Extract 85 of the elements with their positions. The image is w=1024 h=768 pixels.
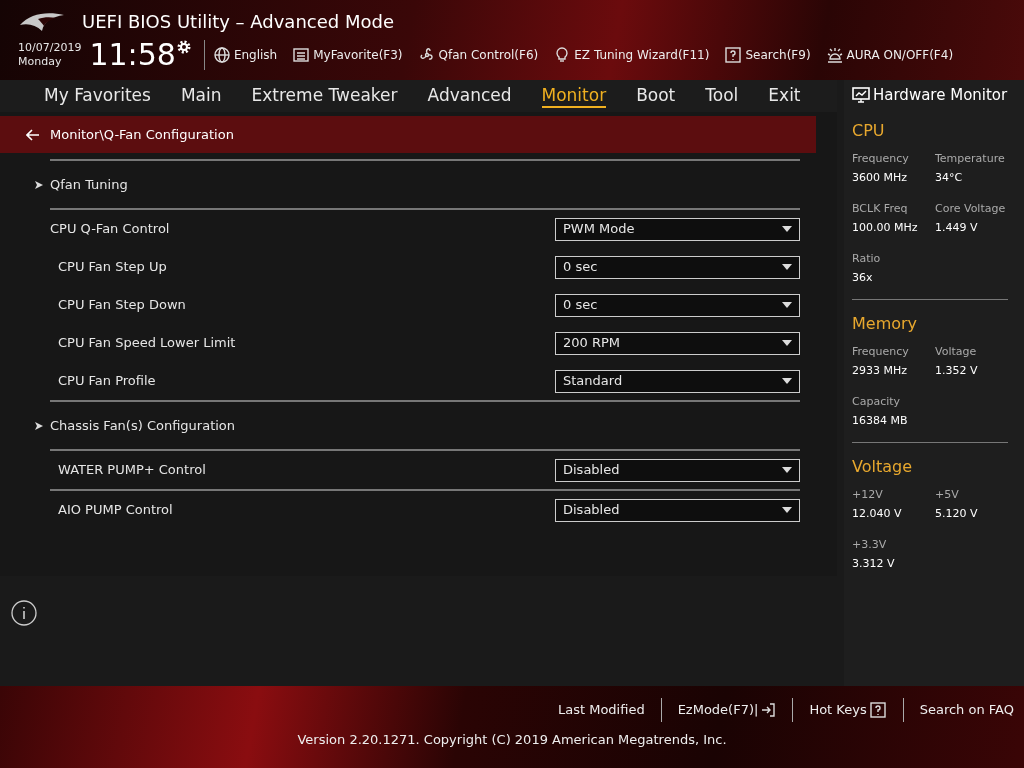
info-icon [11,600,37,626]
caret-icon [782,378,792,384]
caret-icon [782,507,792,513]
menu-tab[interactable]: Monitor [541,84,607,108]
aura-icon [825,46,844,64]
menu-tab[interactable]: Boot [636,84,676,108]
field-value: 1.449 V [935,219,979,236]
setting-label: CPU Fan Step Down [58,296,186,315]
dropdown-field[interactable]: 0 sec [555,255,800,279]
field-value: 3600 MHz [852,169,909,186]
dropdown-field[interactable]: Disabled [555,498,800,522]
field-label: Frequency [852,150,910,167]
field-label: +3.3V [852,536,888,553]
list-icon [292,46,311,64]
window-title: UEFI BIOS Utility – Advanced Mode [82,10,394,34]
submenu-item[interactable]: Qfan Tuning [0,161,800,208]
field-value: 12.040 V [852,505,903,522]
caret-icon [782,264,792,270]
help-icon [724,46,743,64]
settings-icon[interactable] [175,39,192,55]
section-title: CPU [852,119,886,142]
section-title: Voltage [852,455,913,478]
field-value: 100.00 MHz [852,219,919,236]
caret-icon [782,340,792,346]
toolbar-button[interactable]: AURA ON/OFF(F4) [825,46,954,64]
day-text: Monday [18,55,63,69]
field-label: Core Voltage [935,200,1007,217]
field-label: BCLK Freq [852,200,909,217]
field-label: Capacity [852,393,902,410]
field-value: 5.120 V [935,505,979,522]
globe-icon [212,46,231,64]
version-text: Version 2.20.1271. Copyright (C) 2019 American Megatrends, Inc. [297,731,727,749]
menu-tab[interactable]: Main [180,84,222,108]
toolbar-button[interactable]: Qfan Control(F6) [417,46,539,64]
field-value: 16384 MB [852,412,909,429]
footer-link[interactable]: Hot Keys [809,700,887,720]
dropdown-field[interactable]: 200 RPM [555,331,800,355]
caret-icon [782,467,792,473]
menu-tab[interactable]: Tool [705,84,739,108]
menu-tab[interactable]: Exit [768,84,801,108]
footer-link[interactable]: EzMode(F7)| [677,700,777,720]
exit-icon [760,702,777,718]
field-value: 2933 MHz [852,362,909,379]
help-icon [868,701,887,719]
field-value: 34°C [935,169,964,186]
footer-link[interactable]: Search on FAQ [919,700,1014,720]
dropdown-field[interactable]: Disabled [555,458,800,482]
clock-time: 11:58 [89,39,176,71]
setting-label: AIO PUMP Control [58,501,173,520]
menu-tab[interactable]: My Favorites [44,84,151,108]
menu-tab[interactable]: Advanced [427,84,512,108]
dropdown-field[interactable]: Standard [555,369,800,393]
field-value: 1.352 V [935,362,979,379]
field-label: Temperature [935,150,1006,167]
submenu-item[interactable]: Chassis Fan(s) Configuration [0,402,800,449]
field-label: Ratio [852,250,882,267]
field-label: Frequency [852,343,910,360]
toolbar-button[interactable]: Search(F9) [724,46,811,64]
setting-label: CPU Fan Step Up [58,258,167,277]
toolbar-button[interactable]: English [212,46,278,64]
toolbar-button[interactable]: EZ Tuning Wizard(F11) [553,46,710,64]
panel-title: Hardware Monitor [873,85,1008,106]
arrow-icon [35,421,43,430]
setting-label: CPU Fan Profile [58,372,156,391]
arrow-icon [35,180,43,189]
toolbar-button[interactable]: MyFavorite(F3) [292,46,403,64]
menu-tab[interactable]: Extreme Tweaker [251,84,398,108]
setting-label: CPU Fan Speed Lower Limit [58,334,236,353]
caret-icon [782,226,792,232]
footer-link[interactable]: Last Modified [557,700,645,720]
field-label: Voltage [935,343,978,360]
field-value: 36x [852,269,874,286]
setting-label: CPU Q-Fan Control [50,220,170,239]
back-arrow-icon[interactable] [26,128,40,141]
dropdown-field[interactable]: PWM Mode [555,217,800,241]
field-value: 3.312 V [852,555,896,572]
field-label: +5V [935,486,960,503]
field-label: +12V [852,486,884,503]
monitor-icon [852,86,870,105]
setting-label: WATER PUMP+ Control [58,461,206,480]
section-title: Memory [852,312,919,335]
dropdown-field[interactable]: 0 sec [555,293,800,317]
date-text: 10/07/2019 [18,41,82,55]
caret-icon [782,302,792,308]
breadcrumb-text: Monitor\Q-Fan Configuration [50,125,234,144]
